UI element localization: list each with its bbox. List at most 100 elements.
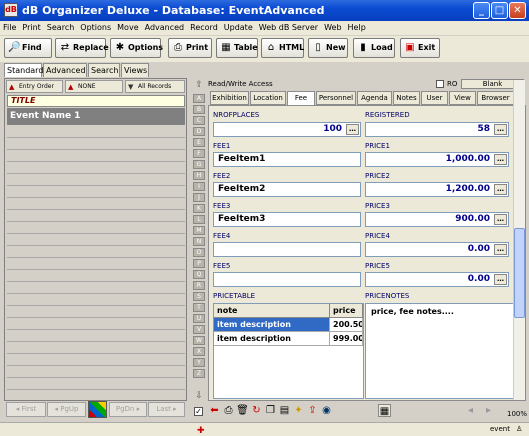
table-cell[interactable]: 999.00 (330, 332, 363, 346)
find-button[interactable]: 🔎 Find (4, 38, 52, 58)
db-logo-icon[interactable] (88, 401, 107, 418)
alphabet-letter-t[interactable]: T (193, 303, 205, 312)
menu-print[interactable]: Print (19, 21, 43, 35)
alphabet-letter-c[interactable]: C (193, 116, 205, 125)
prev-record-icon[interactable]: ◂ (464, 404, 477, 417)
list-item[interactable]: Event Name 1 (7, 108, 185, 125)
price2-more-button[interactable]: … (494, 184, 507, 195)
table-button[interactable]: ▦ Table (216, 38, 258, 58)
tab-location[interactable]: Location (250, 91, 286, 105)
fee3-field[interactable]: FeeItem3 (213, 212, 361, 227)
price5-field[interactable]: 0.00… (365, 272, 509, 287)
fee2-field[interactable]: FeeItem2 (213, 182, 361, 197)
price1-field[interactable]: 1,000.00… (365, 152, 509, 167)
table-cell[interactable]: item description (214, 318, 330, 332)
menu-web[interactable]: Web (321, 21, 344, 35)
maximize-button[interactable]: □ (491, 2, 508, 19)
registered-more-button[interactable]: … (494, 124, 507, 135)
scroll-up-arrow-icon[interactable]: ⇧ (193, 80, 205, 92)
menu-advanced[interactable]: Advanced (142, 21, 188, 35)
undo-icon[interactable]: ↻ (250, 404, 263, 417)
pricenotes-field[interactable]: price, fee notes.... (365, 303, 523, 399)
check-icon[interactable]: ✓ (194, 407, 203, 416)
alphabet-letter-j[interactable]: J (193, 193, 205, 202)
menu-help[interactable]: Help (345, 21, 369, 35)
alphabet-letter-b[interactable]: B (193, 105, 205, 114)
column-header-note[interactable]: note (214, 304, 330, 318)
new-button[interactable]: ▯ New (308, 38, 348, 58)
pgdn-button[interactable]: PgDn ▸ (109, 402, 147, 417)
tab-advanced[interactable]: Advanced (43, 63, 87, 77)
tab-standard[interactable]: Standard (4, 63, 43, 77)
copy-icon[interactable]: ❐ (264, 404, 277, 417)
fee1-field[interactable]: FeeItem1 (213, 152, 361, 167)
scrollbar-thumb[interactable] (514, 228, 525, 318)
tab-search[interactable]: Search (88, 63, 120, 77)
bulb-icon[interactable]: ✦ (292, 404, 305, 417)
form-scrollbar[interactable] (513, 80, 525, 400)
alphabet-letter-z[interactable]: Z (193, 369, 205, 378)
alphabet-letter-u[interactable]: U (193, 314, 205, 323)
alphabet-letter-e[interactable]: E (193, 138, 205, 147)
tab-views[interactable]: Views (121, 63, 149, 77)
table-cell[interactable]: 200.50 (330, 318, 363, 332)
printer-icon[interactable]: ⎙ (222, 404, 235, 417)
export-icon[interactable]: ⇪ (306, 404, 319, 417)
all-records-button[interactable]: ▼ All Records (125, 80, 185, 93)
fee5-field[interactable] (213, 272, 361, 287)
price2-field[interactable]: 1,200.00… (365, 182, 509, 197)
tab-notes[interactable]: Notes (393, 91, 420, 105)
entry-order-button[interactable]: ▲ Entry Order (6, 80, 63, 93)
minimize-button[interactable]: _ (473, 2, 490, 19)
alphabet-letter-o[interactable]: O (193, 248, 205, 257)
alphabet-letter-q[interactable]: Q (193, 270, 205, 279)
pricetable-grid[interactable]: note price item description 200.50 item … (213, 303, 364, 399)
alphabet-letter-i[interactable]: I (193, 182, 205, 191)
options-button[interactable]: ✱ Options (110, 38, 163, 58)
paste-icon[interactable]: ▤ (278, 404, 291, 417)
fee4-field[interactable] (213, 242, 361, 257)
menu-web-db-server[interactable]: Web dB Server (256, 21, 321, 35)
alphabet-letter-h[interactable]: H (193, 171, 205, 180)
alphabet-letter-d[interactable]: D (193, 127, 205, 136)
alphabet-letter-a[interactable]: A (193, 94, 205, 103)
price4-more-button[interactable]: … (494, 244, 507, 255)
next-record-icon[interactable]: ▸ (482, 404, 495, 417)
column-header-price[interactable]: price (330, 304, 363, 318)
ro-checkbox[interactable] (436, 80, 444, 88)
price1-more-button[interactable]: … (494, 154, 507, 165)
price5-more-button[interactable]: … (494, 274, 507, 285)
menu-update[interactable]: Update (221, 21, 256, 35)
menu-search[interactable]: Search (44, 21, 77, 35)
nrofplaces-field[interactable]: 100… (213, 122, 361, 137)
exit-button[interactable]: ▣ Exit (400, 38, 440, 58)
pgup-button[interactable]: ◂ PgUp (47, 402, 86, 417)
price3-field[interactable]: 900.00… (365, 212, 509, 227)
calendar-icon[interactable]: ▦ (378, 404, 391, 417)
tab-user[interactable]: User (421, 91, 448, 105)
price4-field[interactable]: 0.00… (365, 242, 509, 257)
last-button[interactable]: Last ▸ (148, 402, 185, 417)
record-list[interactable] (7, 126, 185, 396)
price3-more-button[interactable]: … (494, 214, 507, 225)
globe-icon[interactable]: ◉ (320, 404, 333, 417)
registered-field[interactable]: 58… (365, 122, 509, 137)
close-button[interactable]: ✕ (509, 2, 526, 19)
none-button[interactable]: ▲ NONE (65, 80, 123, 93)
alphabet-letter-w[interactable]: W (193, 336, 205, 345)
first-button[interactable]: ◂ First (6, 402, 46, 417)
tab-exhibition[interactable]: Exhibition (210, 91, 249, 105)
tab-fee[interactable]: Fee (287, 91, 315, 106)
alphabet-letter-m[interactable]: M (193, 226, 205, 235)
menu-move[interactable]: Move (114, 21, 141, 35)
tab-view[interactable]: View (449, 91, 476, 105)
tab-browser[interactable]: Browser (477, 91, 514, 105)
tab-personnel[interactable]: Personnel (316, 91, 356, 105)
alphabet-letter-k[interactable]: K (193, 204, 205, 213)
alphabet-letter-y[interactable]: Y (193, 358, 205, 367)
tab-agenda[interactable]: Agenda (357, 91, 392, 105)
alphabet-letter-g[interactable]: G (193, 160, 205, 169)
menu-file[interactable]: File (0, 21, 19, 35)
print-button[interactable]: ⎙ Print (168, 38, 212, 58)
replace-button[interactable]: ⇄ Replace (55, 38, 109, 58)
